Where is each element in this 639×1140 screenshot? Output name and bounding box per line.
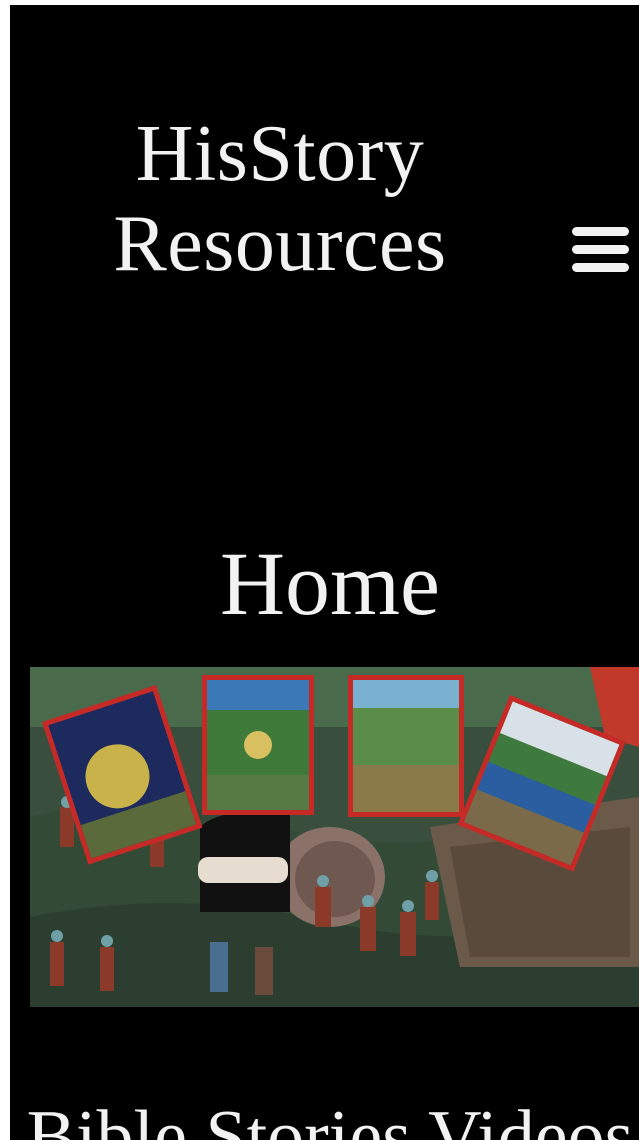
- menu-bar: [572, 227, 629, 236]
- page-title: Home: [220, 535, 440, 634]
- menu-bar: [572, 245, 629, 254]
- section-heading[interactable]: Bible Stories Videos: [10, 1096, 639, 1140]
- site-title[interactable]: HisStory Resources: [60, 110, 500, 289]
- menu-bar: [572, 263, 629, 272]
- page: HisStory Resources Home Bible Stories Vi…: [10, 5, 639, 1140]
- hero-illustration: [30, 667, 639, 1007]
- hero-image[interactable]: [30, 667, 639, 1007]
- hamburger-menu-icon[interactable]: [572, 225, 629, 275]
